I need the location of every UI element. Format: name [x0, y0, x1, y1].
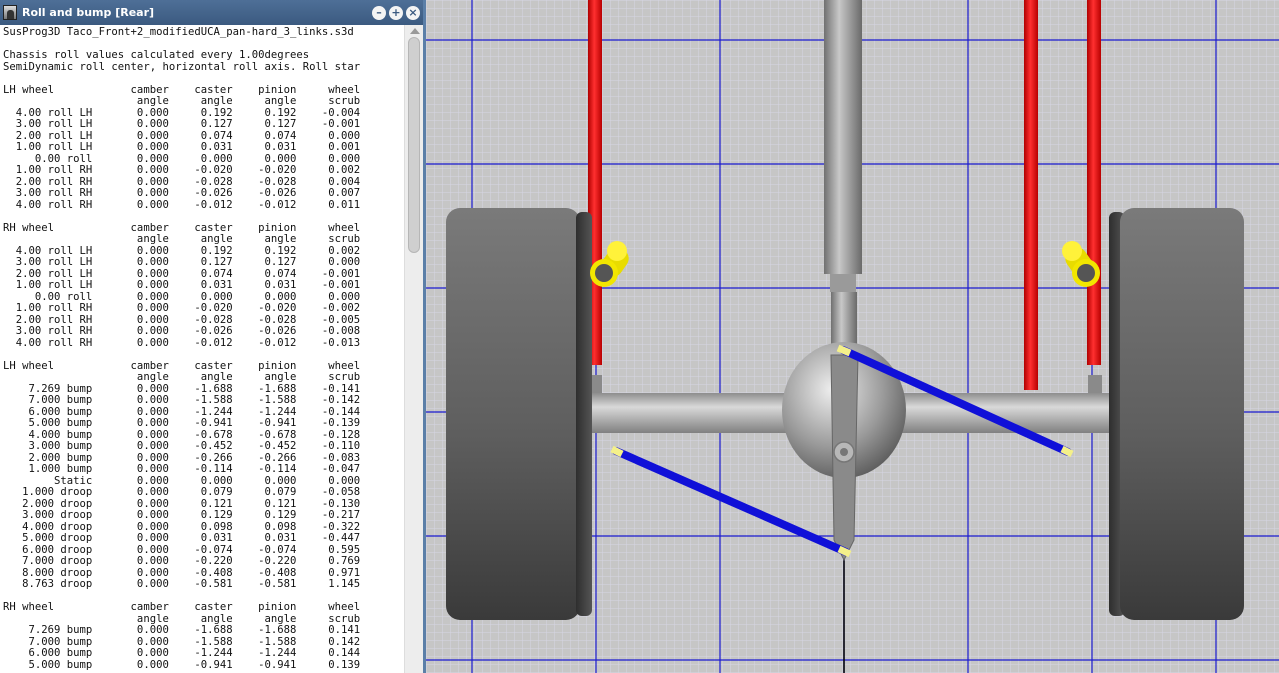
rh-inner-shock	[1024, 0, 1038, 390]
scroll-up-arrow-icon[interactable]	[410, 28, 420, 34]
minimize-button[interactable]: –	[372, 5, 386, 20]
report-line: 1.00 roll RH 0.000 -0.020 -0.020 0.002	[3, 164, 361, 176]
report-line: Chassis roll values calculated every 1.0…	[3, 49, 310, 61]
report-line: 5.000 droop 0.000 0.031 0.031 -0.447	[3, 532, 361, 544]
report-line: 4.00 roll RH 0.000 -0.012 -0.012 0.011	[3, 198, 361, 211]
roll-and-bump-window: Roll and bump [Rear] – + × SusProg3D Tac…	[0, 0, 426, 673]
3d-viewport[interactable]	[426, 0, 1279, 673]
report-line: 7.000 droop 0.000 -0.220 -0.220 0.769	[3, 555, 361, 567]
report-line: 3.000 bump 0.000 -0.452 -0.452 -0.110	[3, 440, 361, 452]
report-line: 8.763 droop 0.000 -0.581 -0.581 1.145	[3, 578, 361, 590]
driveshaft	[824, 0, 862, 274]
report-line: 1.00 roll RH 0.000 -0.020 -0.020 -0.002	[3, 302, 361, 314]
report-line: 4.00 roll RH 0.000 -0.012 -0.012 -0.013	[3, 336, 361, 349]
report-line: SemiDynamic roll center, horizontal roll…	[3, 60, 361, 73]
rh-tire	[1109, 208, 1244, 620]
report-line: 3.000 droop 0.000 0.129 0.129 -0.217	[3, 509, 361, 521]
report-line: 3.00 roll LH 0.000 0.127 0.127 0.000	[3, 256, 361, 268]
lh-tire	[446, 208, 592, 620]
report-line: 7.000 bump 0.000 -1.588 -1.588 -0.142	[3, 394, 361, 406]
report-text: SusProg3D Taco_Front+2_modifiedUCA_pan-h…	[3, 25, 402, 671]
report-line	[3, 349, 402, 361]
vertical-scrollbar[interactable]	[404, 25, 423, 673]
report-line	[3, 73, 402, 85]
close-button[interactable]: ×	[406, 5, 420, 20]
report-line: angle angle angle scrub	[3, 95, 361, 107]
report-line: RH wheel camber caster pinion wheel	[3, 601, 361, 613]
report-line: 1.00 roll LH 0.000 0.031 0.031 -0.001	[3, 279, 361, 291]
suspension-3d-view	[426, 0, 1279, 673]
window-titlebar[interactable]: Roll and bump [Rear] – + ×	[0, 0, 423, 25]
maximize-button[interactable]: +	[389, 5, 403, 20]
rh-outer-shock	[1087, 0, 1101, 365]
report-text-area[interactable]: SusProg3D Taco_Front+2_modifiedUCA_pan-h…	[3, 25, 402, 673]
app-icon	[3, 5, 17, 20]
report-line: 5.000 bump 0.000 -0.941 -0.941 -0.139	[3, 417, 361, 429]
report-line: 1.000 bump 0.000 -0.114 -0.114 -0.047	[3, 463, 361, 475]
window-title: Roll and bump [Rear]	[22, 6, 155, 19]
report-line: 1.00 roll LH 0.000 0.031 0.031 0.001	[3, 141, 361, 153]
report-line: 5.000 bump 0.000 -0.941 -0.941 0.139	[3, 658, 361, 671]
report-line	[3, 211, 402, 223]
scrollbar-thumb[interactable]	[408, 37, 420, 253]
report-line: angle angle angle scrub	[3, 371, 361, 383]
driveshaft-yoke	[830, 274, 856, 292]
report-line: 6.000 bump 0.000 -1.244 -1.244 0.144	[3, 647, 361, 659]
report-line: SusProg3D Taco_Front+2_modifiedUCA_pan-h…	[3, 26, 354, 38]
report-line: 3.00 roll RH 0.000 -0.026 -0.026 0.007	[3, 187, 361, 199]
report-line: angle angle angle scrub	[3, 233, 361, 245]
report-line: 3.00 roll RH 0.000 -0.026 -0.026 -0.008	[3, 325, 361, 337]
report-line: 7.269 bump 0.000 -1.688 -1.688 0.141	[3, 624, 361, 636]
report-line: 3.00 roll LH 0.000 0.127 0.127 -0.001	[3, 118, 361, 130]
report-line: 1.000 droop 0.000 0.079 0.079 -0.058	[3, 486, 361, 498]
